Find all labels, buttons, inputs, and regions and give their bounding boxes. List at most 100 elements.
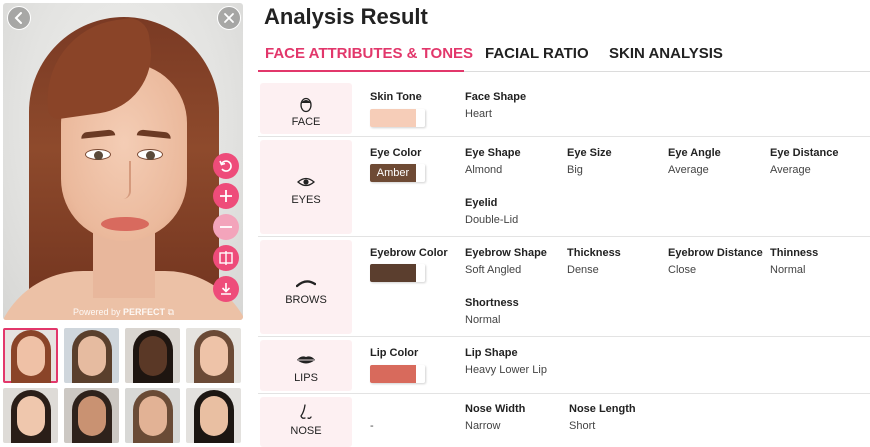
face-shape-label: Face Shape (465, 91, 527, 103)
thickness-label: Thickness (567, 247, 621, 259)
nose-length-value: Short (569, 420, 596, 432)
close-button[interactable] (217, 6, 241, 30)
nose-width-label: Nose Width (465, 403, 526, 415)
reset-icon (219, 160, 232, 172)
eyelid-value: Double-Lid (465, 214, 519, 226)
photo-right-eye (137, 149, 163, 160)
thumbnail-face (200, 336, 228, 376)
thumbnail-face (17, 336, 45, 376)
sample-face-thumbnail[interactable] (125, 388, 180, 443)
swatch-edge (416, 164, 425, 182)
lip-shape-label: Lip Shape (465, 347, 518, 359)
category-label: BROWS (285, 294, 327, 306)
sample-face-thumbnail[interactable] (186, 328, 241, 383)
category-label: EYES (291, 194, 321, 206)
skin-tone-swatch (370, 109, 425, 127)
eye-angle-label: Eye Angle (668, 147, 721, 159)
eye-color-swatch: Amber (370, 164, 425, 182)
skin-tone-swatch-fill (370, 109, 416, 127)
thumbnail-face (78, 336, 106, 376)
tab-skin-analysis[interactable]: SKIN ANALYSIS (609, 45, 723, 62)
download-icon (221, 283, 231, 295)
eyebrow-color-swatch (370, 264, 425, 282)
eye-size-value: Big (567, 164, 583, 176)
photo-lips (101, 217, 149, 231)
face-shape-value: Heart (465, 108, 492, 120)
eyebrow-shape-label: Eyebrow Shape (465, 247, 547, 259)
sample-face-thumbnail[interactable] (125, 328, 180, 383)
thumbnail-face (78, 396, 106, 436)
nose-width-value: Narrow (465, 420, 501, 432)
swatch-edge (416, 264, 425, 282)
sample-face-thumbnail[interactable] (64, 328, 119, 383)
lips-icon (297, 356, 315, 364)
shortness-value: Normal (465, 314, 501, 326)
thinness-label: Thinness (770, 247, 819, 259)
brows-category: BROWS (260, 240, 352, 334)
face-photo: Powered by PERFECT ⧉ (3, 3, 243, 320)
lips-category: LIPS (260, 340, 352, 391)
brows-row: BROWS Eyebrow Color Eyebrow Shape Soft A… (258, 237, 870, 337)
zoom-out-icon (220, 226, 232, 228)
category-label: FACE (291, 116, 321, 128)
lip-color-swatch-fill (370, 365, 416, 383)
face-row: FACE Skin Tone Face Shape Heart (258, 80, 870, 137)
lip-color-swatch (370, 365, 425, 383)
eyes-category: EYES (260, 140, 352, 234)
sample-face-thumbnail[interactable] (3, 388, 58, 443)
photo-left-eye (85, 149, 111, 160)
sample-face-thumbnail[interactable] (64, 388, 119, 443)
thickness-value: Dense (567, 264, 599, 276)
back-button[interactable] (7, 6, 31, 30)
eyebrow-icon (296, 280, 316, 288)
lip-shape-value: Heavy Lower Lip (465, 364, 547, 376)
swatch-edge (416, 109, 425, 127)
tab-bar: FACE ATTRIBUTES & TONES FACIAL RATIO SKI… (258, 36, 870, 72)
eye-distance-label: Eye Distance (770, 147, 839, 159)
sample-face-thumbnail[interactable] (186, 388, 241, 443)
eyebrow-shape-value: Soft Angled (465, 264, 522, 276)
category-label: NOSE (290, 425, 322, 437)
thumbnail-face (139, 336, 167, 376)
eyebrow-color-label: Eyebrow Color (370, 247, 448, 259)
face-icon (300, 97, 312, 113)
close-icon (224, 13, 234, 23)
nose-length-label: Nose Length (569, 403, 636, 415)
eye-color-label: Eye Color (370, 147, 422, 159)
thumbnail-face (17, 396, 45, 436)
compare-icon (219, 251, 233, 265)
nose-row: NOSE - Nose Width Narrow Nose Length Sho… (258, 394, 870, 447)
tab-face-attributes[interactable]: FACE ATTRIBUTES & TONES (265, 45, 473, 62)
page-title: Analysis Result (264, 4, 428, 29)
download-button[interactable] (213, 276, 239, 302)
eye-icon (297, 177, 315, 187)
zoom-out-button[interactable] (213, 214, 239, 240)
swatch-edge (416, 365, 425, 383)
eyelid-label: Eyelid (465, 197, 498, 209)
eye-distance-value: Average (770, 164, 811, 176)
eyebrow-color-swatch-fill (370, 264, 416, 282)
sample-face-thumbnail[interactable] (3, 328, 58, 383)
nose-icon (300, 404, 312, 419)
tab-facial-ratio[interactable]: FACIAL RATIO (485, 45, 589, 62)
thumbnail-face (200, 396, 228, 436)
nose-color-value: - (370, 420, 374, 432)
eyebrow-distance-label: Eyebrow Distance (668, 247, 763, 259)
compare-button[interactable] (213, 245, 239, 271)
active-tab-indicator (258, 70, 464, 72)
lips-row: LIPS Lip Color Lip Shape Heavy Lower Lip (258, 337, 870, 394)
zoom-in-icon (220, 190, 232, 202)
reset-button[interactable] (213, 153, 239, 179)
eye-angle-value: Average (668, 164, 709, 176)
face-category: FACE (260, 83, 352, 134)
chevron-left-icon (14, 12, 22, 24)
skin-tone-label: Skin Tone (370, 91, 422, 103)
nose-category: NOSE (260, 397, 352, 447)
photo-nose (117, 161, 131, 199)
eyebrow-distance-value: Close (668, 264, 697, 276)
eyes-row: EYES Eye Color Amber Eye Shape Almond Ey… (258, 137, 870, 237)
zoom-in-button[interactable] (213, 183, 239, 209)
shortness-label: Shortness (465, 297, 519, 309)
lip-color-label: Lip Color (370, 347, 419, 359)
eye-size-label: Eye Size (567, 147, 612, 159)
